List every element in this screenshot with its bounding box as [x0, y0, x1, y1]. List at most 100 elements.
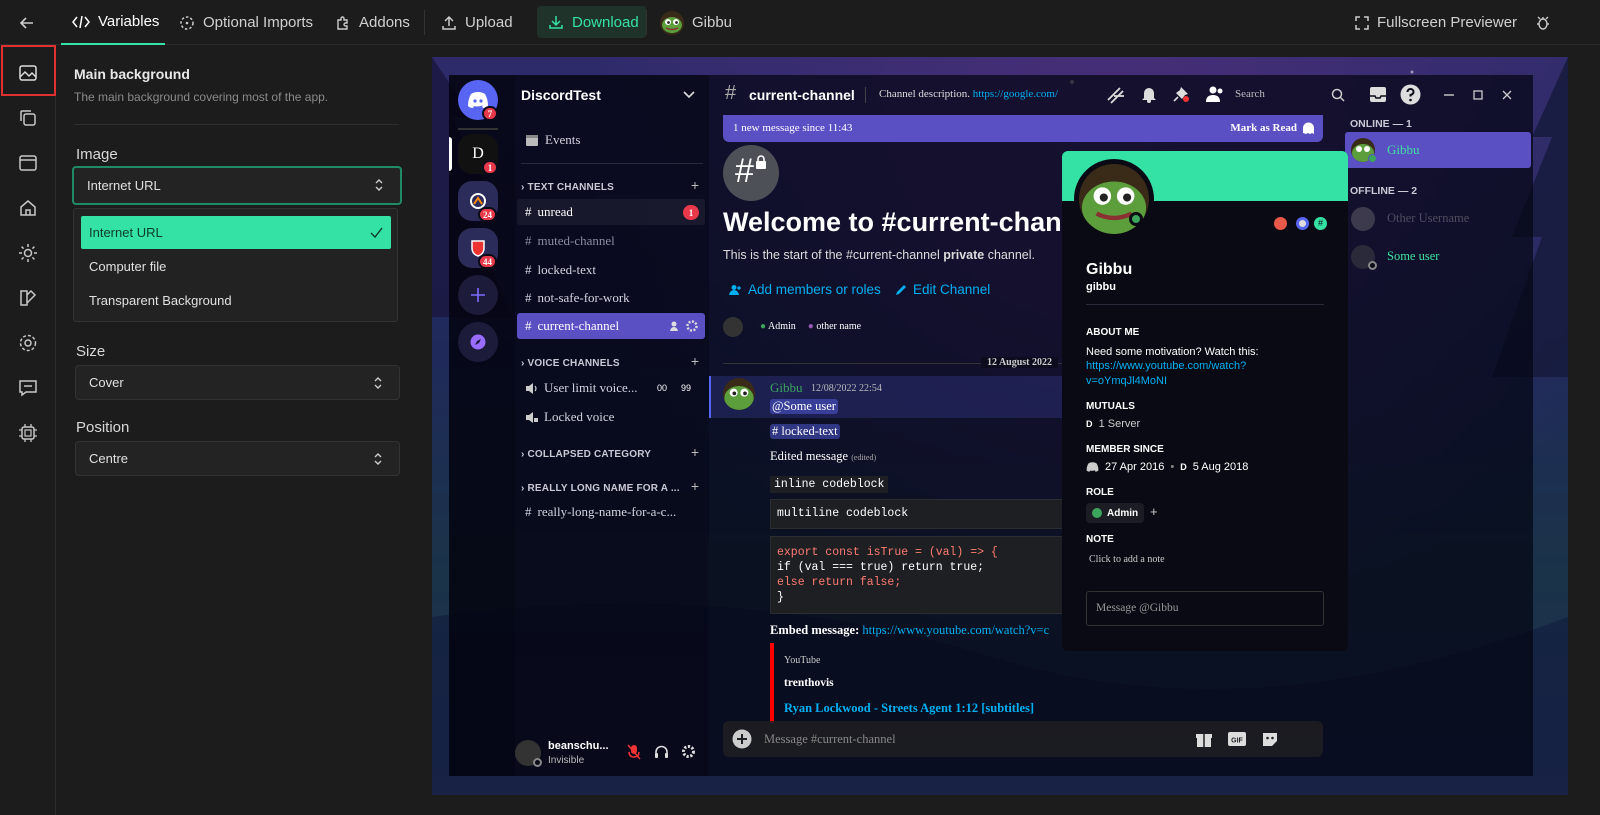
minimize-icon[interactable]: [1444, 94, 1454, 96]
voice-channel-limit[interactable]: User limit voice... 00 99: [517, 375, 705, 401]
mark-as-read-button[interactable]: Mark as Read: [1230, 122, 1297, 134]
edit-channel-button[interactable]: Edit Channel: [895, 282, 990, 297]
channel-locked-text[interactable]: # locked-text: [517, 257, 705, 283]
mutual-servers[interactable]: D 1 Server: [1086, 418, 1140, 430]
category-collapsed[interactable]: › COLLAPSED CATEGORY: [521, 449, 651, 460]
gear-icon[interactable]: [686, 320, 698, 332]
headphones-icon[interactable]: [654, 744, 669, 759]
mention-channel-name: locked-text: [781, 424, 838, 438]
option-transparent-background[interactable]: Transparent Background: [81, 284, 391, 317]
add-channel-button[interactable]: +: [691, 478, 699, 494]
theme-author-name: Gibbu: [692, 14, 733, 31]
copy-icon[interactable]: [18, 108, 38, 128]
gif-icon[interactable]: GIF: [1227, 730, 1247, 748]
tab-variables[interactable]: Variables: [61, 0, 165, 45]
add-role-button[interactable]: +: [1150, 504, 1158, 519]
add-channel-button[interactable]: +: [691, 177, 699, 193]
gift-icon[interactable]: [1195, 730, 1213, 748]
tab-optional-imports[interactable]: Optional Imports: [179, 0, 313, 45]
add-member-icon[interactable]: [669, 320, 681, 332]
server-list: 7 D 1 24 44: [449, 75, 515, 776]
category-text-channels[interactable]: › TEXT CHANNELS: [521, 182, 614, 193]
theme-author[interactable]: Gibbu: [660, 0, 732, 45]
role-tag-admin: ● Admin: [760, 321, 796, 332]
member-other[interactable]: Other Username: [1345, 201, 1531, 237]
download-button[interactable]: Download: [537, 6, 646, 38]
close-icon[interactable]: [1502, 90, 1512, 100]
channel-unread[interactable]: # unread 1: [517, 199, 705, 225]
chip-icon[interactable]: [18, 423, 38, 443]
debug-button[interactable]: [1536, 0, 1550, 45]
calendar-icon: [526, 135, 538, 146]
server-name[interactable]: DiscordTest: [521, 87, 601, 103]
size-select[interactable]: Cover: [75, 365, 400, 400]
inbox-icon[interactable]: [1369, 86, 1387, 103]
gear-icon[interactable]: [18, 333, 38, 353]
category-voice-channels[interactable]: › VOICE CHANNELS: [521, 358, 620, 369]
message-composer[interactable]: Message #current-channel GIF: [723, 721, 1323, 757]
palette-icon[interactable]: [18, 288, 38, 308]
settings-gear-icon[interactable]: [681, 744, 696, 759]
background-image-icon[interactable]: [18, 63, 38, 83]
back-button[interactable]: [18, 0, 36, 45]
download-label: Download: [572, 13, 639, 31]
channel-mention[interactable]: # locked-text: [770, 424, 840, 439]
discord-window: 7 D 1 24 44 DiscordTest Events › TEXT CH…: [449, 75, 1533, 776]
image-select[interactable]: Internet URL: [72, 166, 402, 205]
about-me-link[interactable]: v=oYmqJl4MoNI: [1086, 375, 1167, 387]
option-label: Transparent Background: [89, 293, 232, 308]
category-long-name[interactable]: › REALLY LONG NAME FOR A ...: [521, 483, 680, 494]
message-author[interactable]: Gibbu: [770, 380, 803, 396]
tab-addons[interactable]: Addons: [335, 0, 410, 45]
about-me-link[interactable]: https://www.youtube.com/watch?: [1086, 360, 1246, 372]
user-mention[interactable]: @Some user: [770, 399, 838, 414]
home-icon[interactable]: [18, 198, 38, 218]
position-select[interactable]: Centre: [75, 441, 400, 476]
voice-channel-locked[interactable]: Locked voice: [517, 404, 705, 430]
events-item[interactable]: Events: [517, 127, 705, 153]
image-select-value: Internet URL: [87, 178, 161, 193]
pencil-icon: [896, 284, 906, 295]
sun-icon[interactable]: [18, 243, 38, 263]
add-channel-button[interactable]: +: [691, 444, 699, 460]
image-label: Image: [76, 146, 118, 163]
option-computer-file[interactable]: Computer file: [81, 250, 391, 283]
channel-long-name[interactable]: # really-long-name-for-a-c...: [517, 499, 705, 525]
home-button[interactable]: 7: [458, 80, 498, 121]
profile-avatar[interactable]: [1074, 159, 1154, 239]
check-icon: [370, 227, 383, 238]
embed-link[interactable]: https://www.youtube.com/watch?v=c: [862, 623, 1049, 637]
profile-message-input[interactable]: Message @Gibbu: [1086, 591, 1324, 626]
channel-nsfw[interactable]: # not-safe-for-work: [517, 285, 705, 311]
server-d[interactable]: D 1: [458, 134, 498, 175]
message-timestamp: 12/08/2022 22:54: [811, 383, 882, 394]
add-channel-button[interactable]: +: [691, 353, 699, 369]
avatar[interactable]: [723, 378, 755, 410]
explore-servers-button[interactable]: [458, 322, 498, 362]
member-gibbu[interactable]: Gibbu: [1345, 132, 1531, 168]
add-attachment-icon[interactable]: [732, 729, 752, 749]
note-input[interactable]: Click to add a note: [1089, 554, 1165, 565]
add-members-button[interactable]: Add members or roles: [729, 282, 881, 297]
maximize-icon[interactable]: [1473, 90, 1483, 100]
chevron-down-icon[interactable]: [683, 91, 695, 99]
welcome-title: Welcome to #current-chann: [723, 207, 1079, 237]
server-overwatch[interactable]: 24: [458, 181, 498, 222]
new-messages-bar[interactable]: 1 new message since 11:43 Mark as Read: [723, 115, 1323, 142]
server-shield[interactable]: 44: [458, 228, 498, 269]
channel-muted[interactable]: # muted-channel: [517, 228, 705, 254]
channel-name: unread: [537, 204, 573, 219]
mic-muted-icon[interactable]: [627, 744, 641, 760]
image-dropdown-menu: Internet URL Computer file Transparent B…: [73, 208, 398, 322]
member-some-user[interactable]: Some user: [1345, 239, 1531, 275]
upload-button[interactable]: Upload: [441, 0, 513, 45]
fullscreen-previewer-button[interactable]: Fullscreen Previewer: [1355, 0, 1517, 45]
sticker-icon[interactable]: [1261, 730, 1279, 748]
option-internet-url[interactable]: Internet URL: [81, 216, 391, 249]
help-icon[interactable]: [1400, 84, 1421, 105]
window-icon[interactable]: [18, 153, 38, 173]
channel-current[interactable]: # current-channel: [517, 313, 705, 339]
add-server-button[interactable]: [458, 275, 498, 315]
chat-icon[interactable]: [18, 378, 38, 398]
embed-title[interactable]: Ryan Lockwood - Streets Agent 1:12 [subt…: [784, 701, 1034, 716]
